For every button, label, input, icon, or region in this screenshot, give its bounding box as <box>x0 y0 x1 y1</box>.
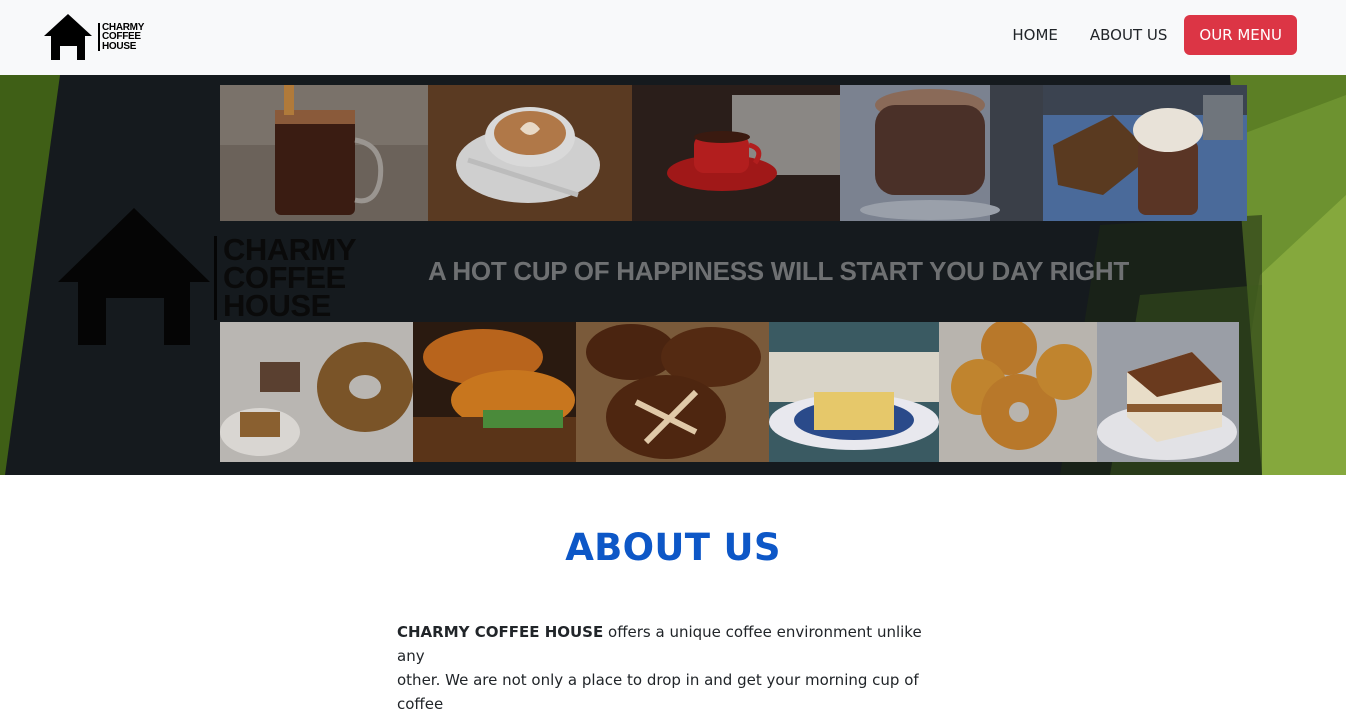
photo-latte-art <box>428 85 632 221</box>
about-paragraph-line-2: other. We are not only a place to drop i… <box>397 671 919 713</box>
photo-hot-chocolate <box>840 85 1043 221</box>
photo-cream-mocha <box>1043 85 1247 221</box>
about-paragraph-line-1: CHARMY COFFEE HOUSE offers a unique coff… <box>397 620 952 668</box>
hero-banner: CHARMY COFFEE HOUSE A HOT CUP OF HAPPINE… <box>0 75 1346 475</box>
house-icon <box>44 14 92 60</box>
hero-tagline: A HOT CUP OF HAPPINESS WILL START YOU DA… <box>428 256 1129 286</box>
brand-name-bold: CHARMY COFFEE HOUSE <box>397 623 604 641</box>
photo-tiramisu <box>1097 322 1239 462</box>
about-us-text: CHARMY COFFEE HOUSE offers a unique coff… <box>397 620 952 716</box>
photo-croissants <box>413 322 576 462</box>
our-menu-button[interactable]: OUR MENU <box>1184 15 1297 55</box>
nav-link-about-us[interactable]: ABOUT US <box>1090 26 1168 44</box>
house-icon <box>58 208 210 345</box>
navbar: CHARMY COFFEE HOUSE HOME ABOUT US OUR ME… <box>0 0 1346 75</box>
about-us-heading: ABOUT US <box>565 526 781 569</box>
photo-red-cup <box>632 85 840 221</box>
hero-brand-line-3: HOUSE <box>223 288 331 323</box>
nav-links: HOME ABOUT US OUR MENU <box>980 15 1297 55</box>
photo-custard-slice <box>769 322 939 462</box>
photo-pretzel-rolls <box>576 322 769 462</box>
brand-logo[interactable]: CHARMY COFFEE HOUSE <box>44 14 144 60</box>
brand-name: CHARMY COFFEE HOUSE <box>98 23 144 51</box>
brand-line-3: HOUSE <box>102 40 137 52</box>
photo-bagels <box>939 322 1097 462</box>
bottom-photo-strip <box>220 322 1239 462</box>
hero-brand-name: CHARMY COFFEE HOUSE <box>214 234 357 323</box>
top-photo-strip <box>220 85 1247 221</box>
photo-iced-coffee <box>220 85 428 221</box>
nav-link-home[interactable]: HOME <box>1012 26 1058 44</box>
photo-coffee-cake <box>220 322 413 462</box>
